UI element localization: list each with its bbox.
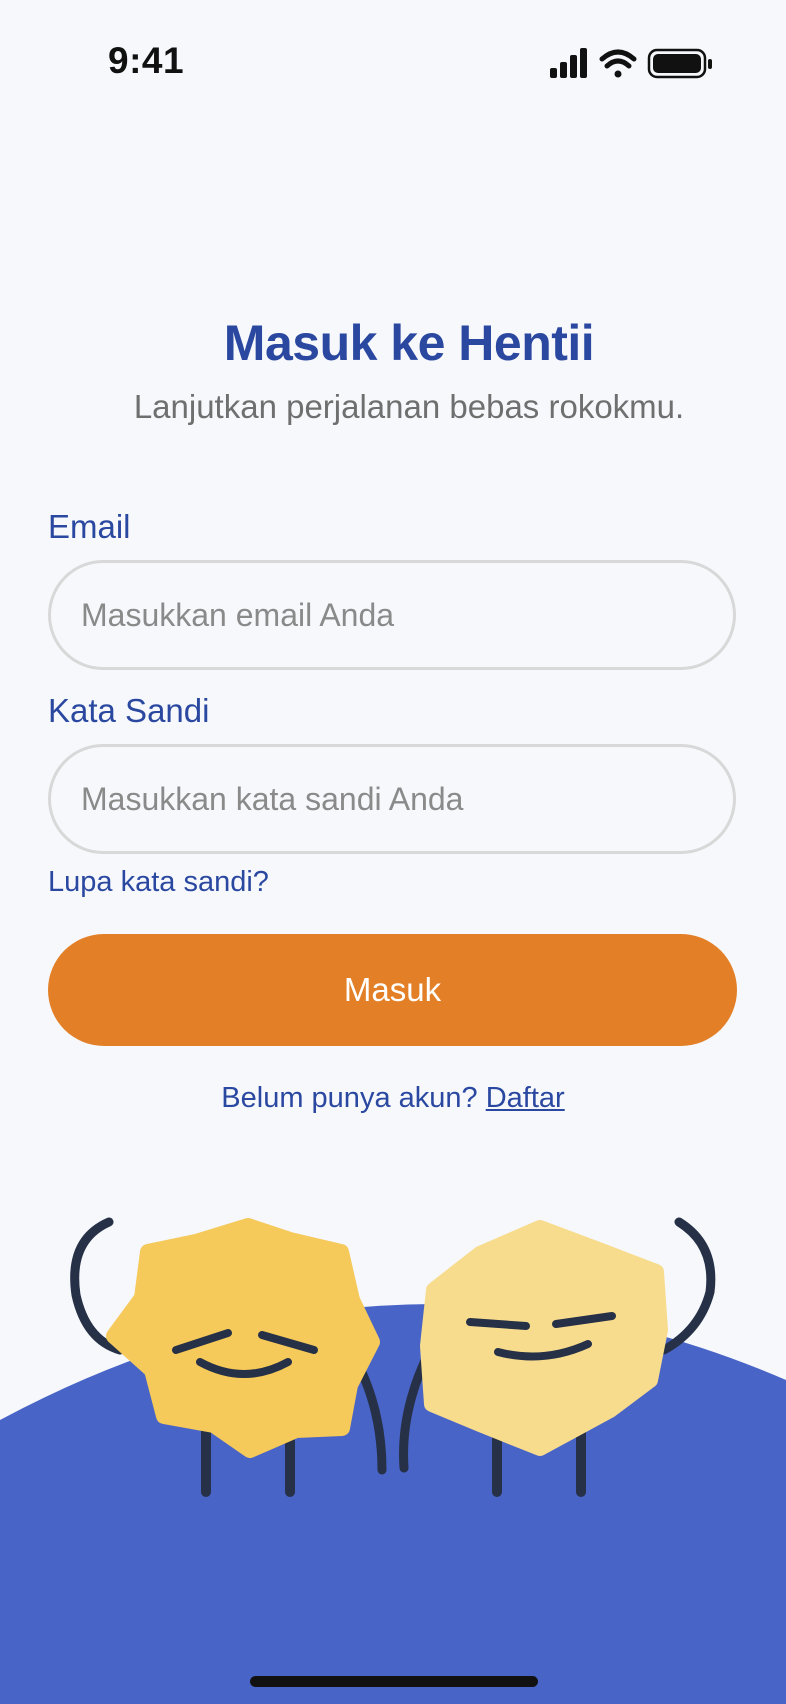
register-link[interactable]: Daftar — [486, 1082, 565, 1114]
login-button[interactable]: Masuk — [48, 934, 737, 1046]
email-label: Email — [48, 508, 131, 545]
password-field[interactable] — [51, 747, 733, 851]
forgot-password-link[interactable]: Lupa kata sandi? — [48, 866, 269, 899]
register-prompt: Belum punya akun? — [221, 1082, 478, 1114]
cellular-signal-icon — [550, 48, 587, 78]
status-bar: 9:41 — [0, 0, 786, 130]
blue-hill — [0, 1303, 786, 1704]
page-subtitle: Lanjutkan perjalanan bebas rokokmu. — [133, 388, 685, 425]
status-icons — [550, 48, 712, 79]
email-field[interactable] — [51, 563, 733, 667]
mascot-illustration — [0, 1217, 786, 1704]
email-field-wrapper — [48, 560, 736, 670]
right-mascot-eye-1 — [466, 1318, 530, 1330]
wifi-icon — [599, 49, 637, 78]
page-title: Masuk ke Hentii — [223, 315, 595, 371]
register-prompt-line: Belum punya akun? Daftar — [0, 1082, 786, 1115]
right-mascot-raised-arm — [659, 1217, 716, 1355]
home-indicator[interactable] — [250, 1676, 538, 1687]
password-label: Kata Sandi — [48, 692, 210, 729]
password-field-wrapper — [48, 744, 736, 854]
status-time: 9:41 — [108, 40, 185, 81]
battery-icon — [647, 48, 712, 79]
